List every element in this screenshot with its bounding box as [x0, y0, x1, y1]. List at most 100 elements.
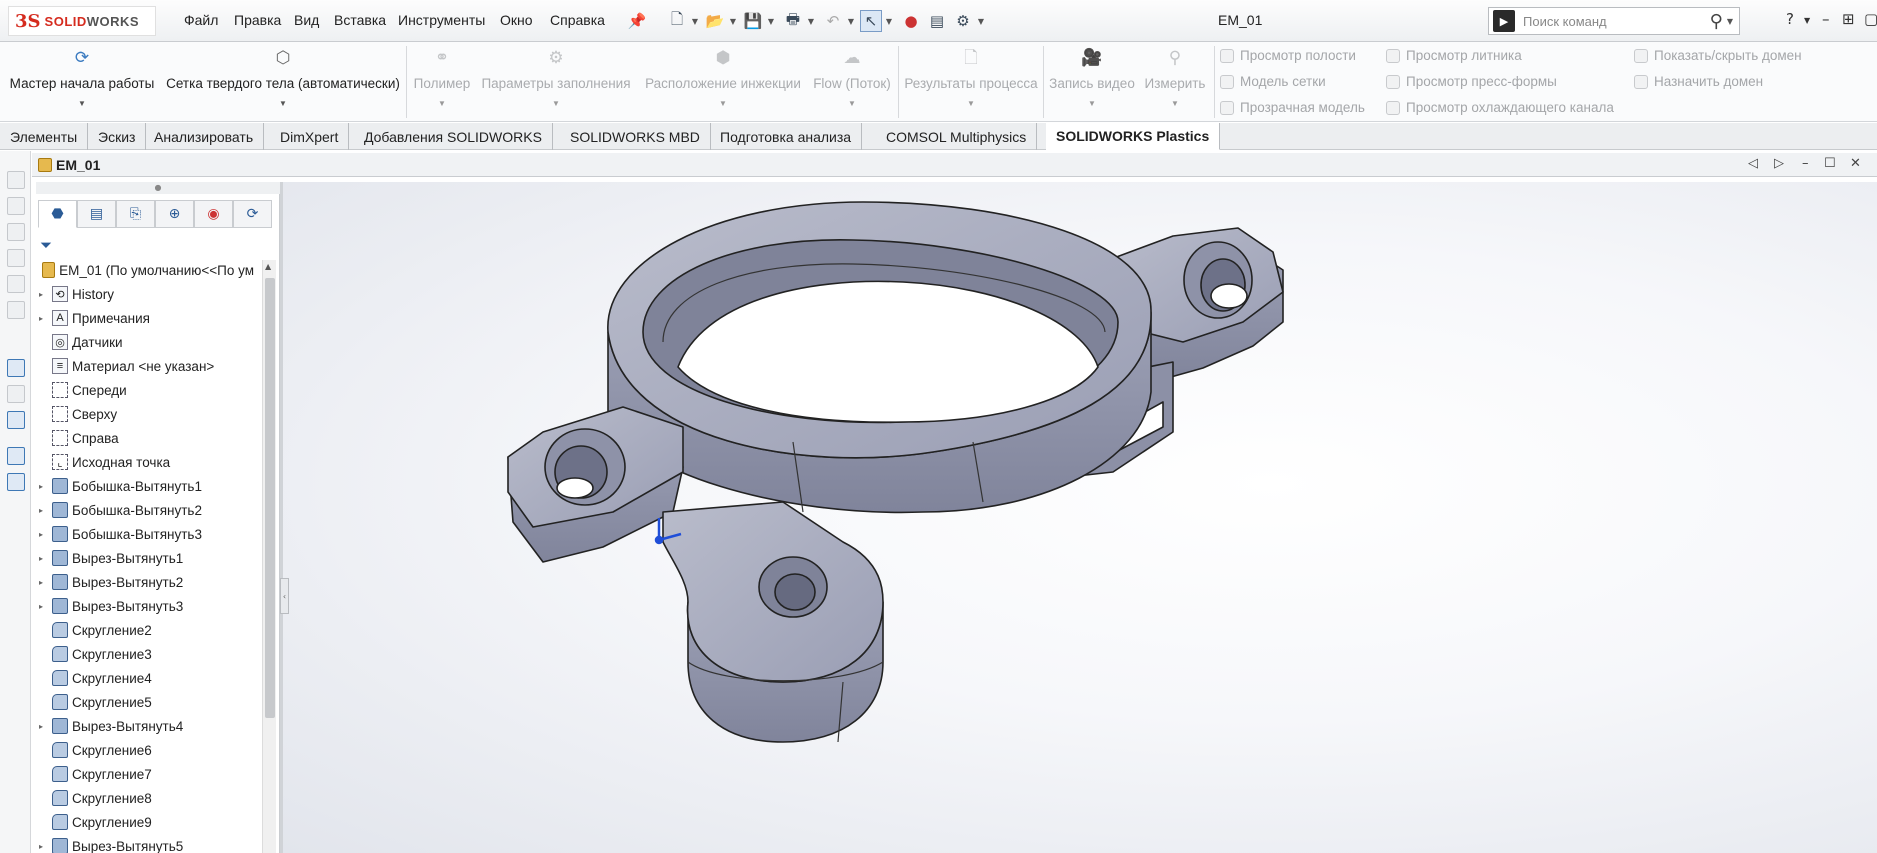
tree-item[interactable]: ▸ Бобышка-Вытянуть3 — [36, 524, 262, 544]
minimize-icon[interactable]: – — [1822, 10, 1830, 28]
tree-item[interactable]: ≡ Материал <не указан> — [36, 356, 262, 376]
fill-settings-button[interactable]: ⚙ Параметры заполнения ▼ — [480, 46, 632, 108]
chevron-down-icon[interactable]: ▼ — [810, 99, 894, 108]
new-document-icon[interactable]: 🗋 — [666, 10, 688, 32]
options-dropdown-icon[interactable]: ▼ — [976, 10, 986, 32]
view-orientation-icon[interactable] — [7, 171, 25, 189]
edit-tool-icon[interactable] — [7, 385, 25, 403]
pin-icon[interactable]: 📌 — [626, 10, 648, 32]
scroll-up-icon[interactable]: ▲ — [265, 262, 271, 271]
chevron-down-icon[interactable]: ▼ — [1048, 99, 1136, 108]
view-iso-icon[interactable] — [7, 275, 25, 293]
chevron-down-icon[interactable]: ▼ — [640, 99, 806, 108]
injection-location-button[interactable]: ⬢ Расположение инжекции ▼ — [640, 46, 806, 108]
graphics-viewport[interactable] — [283, 182, 1877, 853]
tab-dimxpert[interactable]: DimXpert — [270, 123, 350, 150]
help-dropdown-icon[interactable]: ▼ — [1804, 16, 1810, 25]
previous-window-icon[interactable]: ◁ — [1748, 156, 1758, 171]
select-dropdown-icon[interactable]: ▼ — [884, 10, 894, 32]
featuremanager-tab-icon[interactable]: ⬣ — [38, 200, 77, 228]
new-dropdown-icon[interactable]: ▼ — [690, 10, 700, 32]
plastics-manager-tab-icon[interactable]: ⟳ — [233, 200, 272, 228]
view-settings-icon[interactable] — [7, 473, 25, 491]
select-tool-icon[interactable] — [7, 359, 25, 377]
doc-minimize-icon[interactable]: – — [1802, 156, 1809, 171]
section-view-icon[interactable] — [7, 447, 25, 465]
expand-arrow-icon[interactable]: ▸ — [36, 290, 46, 299]
tab-features[interactable]: Элементы — [0, 123, 89, 150]
measure-button[interactable]: ⚲ Измерить ▼ — [1140, 46, 1210, 108]
tab-sketch[interactable]: Эскиз — [88, 123, 147, 150]
tree-filter-icon[interactable]: ⏷ — [40, 236, 52, 254]
chevron-down-icon[interactable]: ▼ — [480, 99, 632, 108]
chevron-down-icon[interactable]: ▼ — [902, 99, 1040, 108]
tab-solidworks-mbd[interactable]: SOLIDWORKS MBD — [560, 123, 711, 150]
view-dimetric-icon[interactable] — [7, 301, 25, 319]
file-properties-icon[interactable]: ▤ — [926, 10, 948, 32]
tree-item[interactable]: ▸ Вырез-Вытянуть5 — [36, 836, 262, 853]
collapse-pane-icon[interactable]: ‹ — [280, 578, 289, 614]
menu-window[interactable]: Окно — [500, 12, 533, 28]
tab-solidworks-addins[interactable]: Добавления SOLIDWORKS — [354, 123, 553, 150]
tree-item[interactable]: Скругление9 — [36, 812, 262, 832]
next-window-icon[interactable]: ▷ — [1774, 156, 1784, 171]
process-results-button[interactable]: 🗋 Результаты процесса ▼ — [902, 46, 1040, 108]
part-model-em01[interactable] — [283, 182, 1877, 853]
menu-view[interactable]: Вид — [294, 12, 319, 28]
solid-mesh-button[interactable]: ⬡ Сетка твердого тела (автоматически) ▼ — [164, 46, 402, 108]
transparent-model-button[interactable]: Прозрачная модель — [1220, 100, 1365, 115]
tree-item[interactable]: ⌞ Исходная точка — [36, 452, 262, 472]
chevron-down-icon[interactable]: ▼ — [410, 99, 474, 108]
cooling-channel-view-button[interactable]: Просмотр охлаждающего канала — [1386, 100, 1614, 115]
save-dropdown-icon[interactable]: ▼ — [766, 10, 776, 32]
display-tool-icon[interactable] — [7, 411, 25, 429]
open-icon[interactable]: 📂 — [704, 10, 726, 32]
undo-icon[interactable]: ↶ — [822, 10, 844, 32]
configurationmanager-tab-icon[interactable]: ⎘ — [116, 200, 155, 228]
tree-item[interactable]: ▸ Вырез-Вытянуть2 — [36, 572, 262, 592]
tree-item[interactable]: Справа — [36, 428, 262, 448]
tree-item[interactable]: Скругление5 — [36, 692, 262, 712]
view-right-icon[interactable] — [7, 249, 25, 267]
tree-item[interactable]: ▸ A Примечания — [36, 308, 262, 328]
chevron-down-icon[interactable]: ▼ — [1140, 99, 1210, 108]
view-top-icon[interactable] — [7, 223, 25, 241]
options-gear-icon[interactable]: ⚙ — [952, 10, 974, 32]
expand-arrow-icon[interactable]: ▸ — [36, 554, 46, 563]
open-dropdown-icon[interactable]: ▼ — [728, 10, 738, 32]
tree-item[interactable]: ▸ Вырез-Вытянуть4 — [36, 716, 262, 736]
print-icon[interactable]: 🖶 — [782, 10, 804, 32]
command-search[interactable]: ▶ Поиск команд ⚲ ▼ — [1488, 7, 1740, 35]
expand-arrow-icon[interactable]: ▸ — [36, 482, 46, 491]
expand-arrow-icon[interactable]: ▸ — [36, 530, 46, 539]
polymer-button[interactable]: ⚭ Полимер ▼ — [410, 46, 474, 108]
tab-comsol-multiphysics[interactable]: COMSOL Multiphysics — [876, 123, 1038, 150]
save-icon[interactable]: 💾 — [742, 10, 764, 32]
tree-item[interactable]: Скругление4 — [36, 668, 262, 688]
tree-root-part[interactable]: EM_01 (По умолчанию<<По ум — [36, 260, 254, 280]
tree-scrollbar[interactable]: ▲ — [262, 260, 276, 853]
expand-arrow-icon[interactable]: ▸ — [36, 842, 46, 851]
doc-close-icon[interactable]: ✕ — [1850, 156, 1861, 171]
tree-item[interactable]: Скругление3 — [36, 644, 262, 664]
help-icon[interactable]: ? — [1786, 10, 1794, 28]
propertymanager-tab-icon[interactable]: ▤ — [77, 200, 116, 228]
tree-item[interactable]: Скругление7 — [36, 764, 262, 784]
assign-domain-button[interactable]: Назначить домен — [1634, 74, 1763, 89]
flow-button[interactable]: ☁ Flow (Поток) ▼ — [810, 46, 894, 108]
tree-item[interactable]: ▸ Бобышка-Вытянуть2 — [36, 500, 262, 520]
expand-arrow-icon[interactable]: ▸ — [36, 314, 46, 323]
mesh-model-button[interactable]: Модель сетки — [1220, 74, 1326, 89]
show-hide-domain-button[interactable]: Показать/скрыть домен — [1634, 48, 1802, 63]
tree-item[interactable]: Скругление2 — [36, 620, 262, 640]
tree-item[interactable]: Скругление6 — [36, 740, 262, 760]
menu-help[interactable]: Справка — [550, 12, 605, 28]
search-icon[interactable]: ⚲ — [1710, 11, 1723, 32]
pane-grip-icon[interactable]: ● — [36, 182, 280, 194]
mold-view-button[interactable]: Просмотр пресс-формы — [1386, 74, 1557, 89]
print-dropdown-icon[interactable]: ▼ — [806, 10, 816, 32]
solidworks-logo[interactable]: 3S SOLIDWORKS — [8, 6, 156, 36]
close-app-icon[interactable]: ▢ — [1864, 10, 1877, 28]
menu-edit[interactable]: Правка — [234, 12, 281, 28]
cavity-view-button[interactable]: Просмотр полости — [1220, 48, 1356, 63]
